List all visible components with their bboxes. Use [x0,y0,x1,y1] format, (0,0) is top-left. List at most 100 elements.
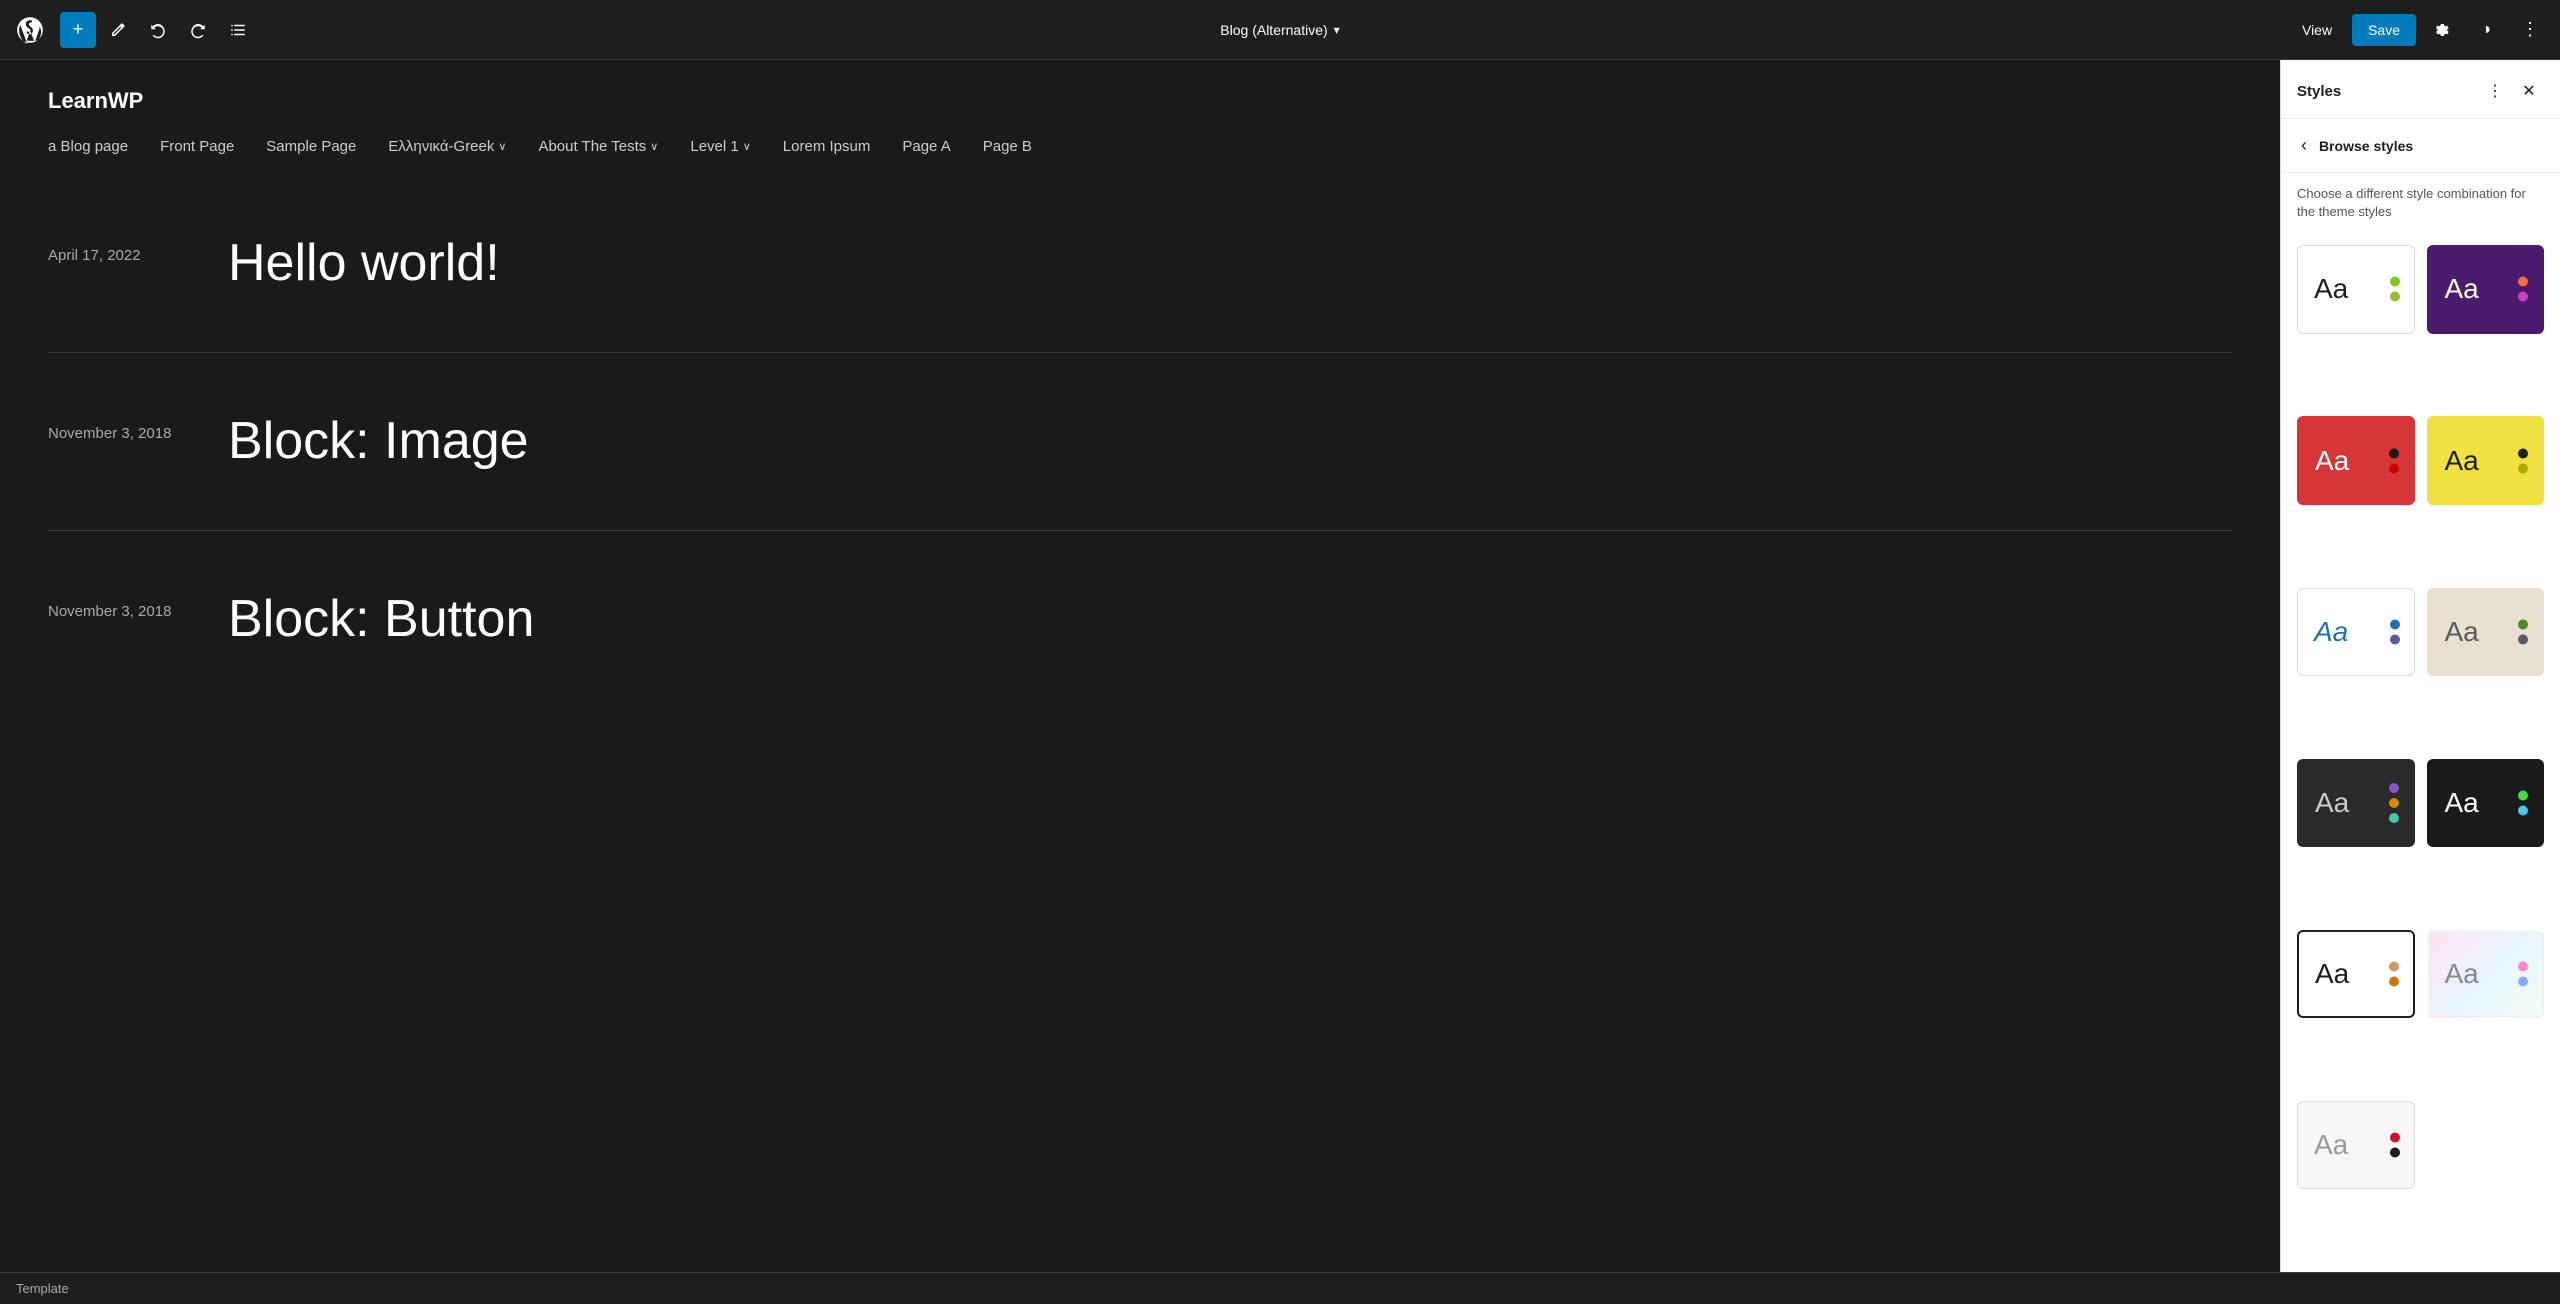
style-card-bordered[interactable]: Aa [2297,930,2415,1018]
view-button[interactable]: View [2290,16,2344,44]
site-nav: a Blog page Front Page Sample Page Ελλην… [48,138,2232,155]
save-button[interactable]: Save [2352,14,2416,46]
settings-button[interactable] [2424,12,2460,48]
dot [2518,277,2528,287]
blog-post-2: November 3, 2018 Block: Button [48,531,2232,708]
style-card-red[interactable]: Aa [2297,416,2415,504]
dot [2390,1147,2400,1157]
gear-icon [2433,21,2451,39]
style-card-light[interactable]: Aa [2297,1101,2415,1189]
blog-post-1: November 3, 2018 Block: Image [48,353,2232,531]
dot [2390,1132,2400,1142]
dot [2518,448,2528,458]
nav-item-blog[interactable]: a Blog page [48,138,128,155]
style-aa-text: Aa [2445,616,2479,648]
toolbar: + Blog (Alternative) ▾ View Save ◑ ⋮ [0,0,2560,60]
nav-item-sample[interactable]: Sample Page [266,138,356,155]
style-card-purple[interactable]: Aa [2427,245,2545,333]
options-button[interactable]: ⋮ [2512,12,2548,48]
styles-grid: Aa Aa Aa [2281,233,2560,1272]
pencil-icon [109,21,127,39]
dot [2390,292,2400,302]
wordpress-icon [14,14,46,46]
chevron-down-icon: ▾ [1334,23,1340,37]
wp-logo[interactable] [12,12,48,48]
style-card-beige[interactable]: Aa [2427,588,2545,676]
browse-styles-title: Browse styles [2319,138,2413,154]
dot [2390,277,2400,287]
blog-content: April 17, 2022 Hello world! November 3, … [0,175,2280,1272]
dot [2518,976,2528,986]
style-dots [2390,1132,2400,1157]
style-dots [2390,619,2400,644]
back-button[interactable]: ‹ [2297,131,2311,160]
panel-close-button[interactable]: ✕ [2514,76,2544,106]
browse-styles-header: ‹ Browse styles [2281,119,2560,173]
panel-title: Styles [2297,83,2341,100]
style-card-yellow[interactable]: Aa [2427,416,2545,504]
style-aa-text: Aa [2315,445,2349,477]
dot [2389,976,2399,986]
undo-button[interactable] [140,12,176,48]
nav-item-front[interactable]: Front Page [160,138,234,155]
list-icon [229,21,247,39]
dot [2518,634,2528,644]
dot [2389,448,2399,458]
panel-description: Choose a different style combination for… [2281,173,2560,233]
style-aa-text: Aa [2445,273,2479,305]
dot [2518,790,2528,800]
toolbar-left: + [12,12,256,48]
style-aa-text: Aa [2314,616,2348,648]
style-dots [2518,961,2528,986]
style-dots [2389,783,2399,823]
style-aa-text: Aa [2315,787,2349,819]
post-title-2[interactable]: Block: Button [228,591,534,648]
redo-icon [189,21,207,39]
dot [2518,292,2528,302]
style-aa-text: Aa [2445,445,2479,477]
style-card-gradient[interactable]: Aa [2427,930,2545,1018]
dot [2389,463,2399,473]
nav-item-greek[interactable]: Ελληνικά-Greek ∨ [388,138,506,155]
chevron-down-icon: ∨ [650,140,658,153]
toolbar-right: View Save ◑ ⋮ [2290,12,2548,48]
dot [2518,619,2528,629]
style-dots [2389,448,2399,473]
style-aa-text: Aa [2445,958,2479,990]
canvas[interactable]: LearnWP a Blog page Front Page Sample Pa… [0,60,2280,1272]
dot [2518,961,2528,971]
dark-mode-button[interactable]: ◑ [2468,12,2504,48]
nav-item-pageb[interactable]: Page B [983,138,1032,155]
nav-item-about[interactable]: About The Tests ∨ [538,138,658,155]
styles-panel: Styles ⋮ ✕ ‹ Browse styles Choose a diff… [2280,60,2560,1272]
post-date-0: April 17, 2022 [48,235,188,264]
main-area: LearnWP a Blog page Front Page Sample Pa… [0,60,2560,1272]
add-block-button[interactable]: + [60,12,96,48]
dot [2390,634,2400,644]
chevron-down-icon: ∨ [498,140,506,153]
nav-item-lorem[interactable]: Lorem Ipsum [783,138,871,155]
document-overview-button[interactable] [220,12,256,48]
page-title-text: Blog (Alternative) [1220,22,1327,38]
style-card-default[interactable]: Aa [2297,245,2415,333]
dot [2518,463,2528,473]
dot [2389,961,2399,971]
style-card-blue-italic[interactable]: Aa [2297,588,2415,676]
nav-item-level1[interactable]: Level 1 ∨ [690,138,750,155]
nav-item-about-label: About The Tests [538,138,646,155]
page-title-button[interactable]: Blog (Alternative) ▾ [1208,16,1351,44]
site-header: LearnWP a Blog page Front Page Sample Pa… [0,60,2280,175]
dot [2389,813,2399,823]
redo-button[interactable] [180,12,216,48]
style-card-black[interactable]: Aa [2427,759,2545,847]
style-card-dark-multi[interactable]: Aa [2297,759,2415,847]
post-title-0[interactable]: Hello world! [228,235,500,292]
dot [2390,619,2400,629]
tools-button[interactable] [100,12,136,48]
canvas-footer: Template [0,1272,2560,1304]
panel-header: Styles ⋮ ✕ [2281,60,2560,119]
style-aa-text: Aa [2314,273,2348,305]
panel-more-button[interactable]: ⋮ [2480,76,2510,106]
post-title-1[interactable]: Block: Image [228,413,529,470]
nav-item-pagea[interactable]: Page A [902,138,950,155]
